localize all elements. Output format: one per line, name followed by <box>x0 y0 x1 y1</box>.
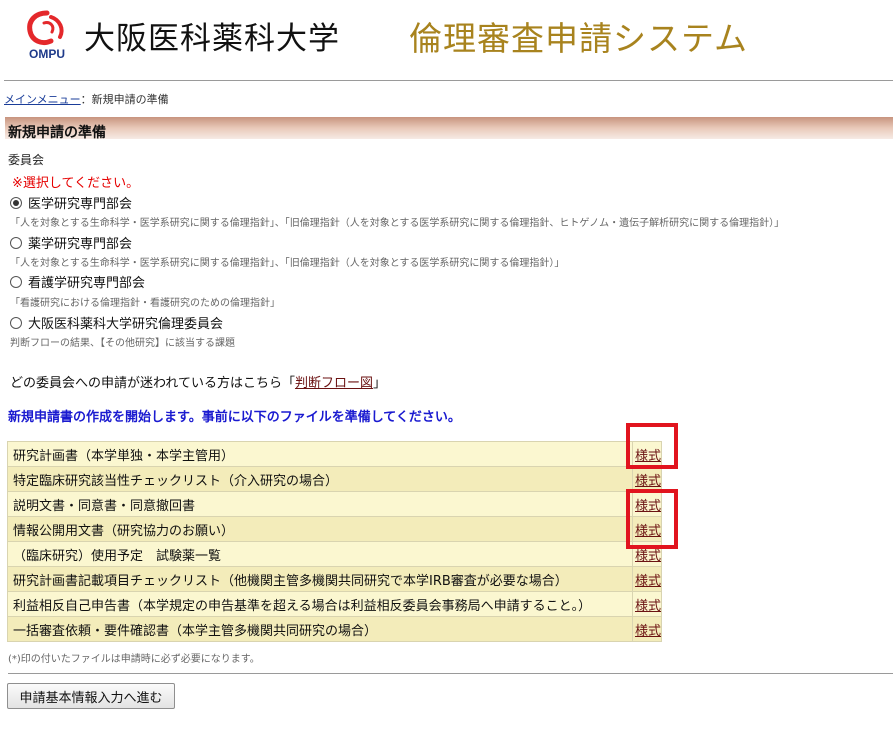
breadcrumb-separator: ： <box>80 93 92 106</box>
file-name: 特定臨床研究該当性チェックリスト（介入研究の場合） <box>7 466 633 492</box>
required-files-table: 研究計画書（本学単独・本学主管用） 様式 特定臨床研究該当性チェックリスト（介入研… <box>7 441 663 642</box>
table-row: 研究計画書記載項目チェックリスト（他機関主管多機関共同研究で本学IRB審査が必要… <box>7 566 663 592</box>
template-link[interactable]: 様式 <box>635 549 661 564</box>
system-name: 倫理審査申請システム <box>409 19 749 58</box>
committee-option-nursing[interactable]: 看護学研究専門部会 <box>10 272 145 291</box>
table-row: 情報公開用文書（研究協力のお願い） 様式 <box>7 516 663 542</box>
instruction-text: 新規申請書の作成を開始します。事前に以下のファイルを準備してください。 <box>8 410 461 425</box>
radio-unselected-icon[interactable] <box>10 275 22 288</box>
file-name: 説明文書・同意書・同意撤回書 <box>7 491 633 517</box>
file-name: 利益相反自己申告書（本学規定の申告基準を超える場合は利益相反委員会事務局へ申請す… <box>7 591 633 617</box>
flow-chart-link[interactable]: 判断フロー図 <box>295 376 373 391</box>
committee-option-label: 看護学研究専門部会 <box>28 276 146 291</box>
committee-option-desc: 「看護研究における倫理指針・看護研究のための倫理指針」 <box>10 298 280 309</box>
breadcrumb-main-menu-link[interactable]: メインメニュー <box>4 93 81 106</box>
committee-option-ethics[interactable]: 大阪医科薬科大学研究倫理委員会 <box>10 313 223 332</box>
file-name: 研究計画書記載項目チェックリスト（他機関主管多機関共同研究で本学IRB審査が必要… <box>7 566 633 592</box>
required-note: ※選択してください。 <box>12 176 140 191</box>
highlight-box <box>626 423 678 469</box>
committee-option-desc: 「人を対象とする生命科学・医学系研究に関する倫理指針」、「旧倫理指針（人を対象と… <box>10 258 565 269</box>
template-link[interactable]: 様式 <box>635 599 661 614</box>
table-row: 利益相反自己申告書（本学規定の申告基準を超える場合は利益相反委員会事務局へ申請す… <box>7 591 663 617</box>
footnote: (*)印の付いたファイルは申請時に必ず必要になります。 <box>8 654 260 665</box>
header-divider <box>4 80 893 81</box>
university-name: 大阪医科薬科大学 <box>84 21 340 57</box>
committee-label: 委員会 <box>8 153 45 167</box>
radio-unselected-icon[interactable] <box>10 236 22 249</box>
footer-divider <box>8 673 893 674</box>
table-row: 一括審査依頼・要件確認書（本学主管多機関共同研究の場合） 様式 <box>7 616 663 642</box>
committee-option-medical[interactable]: 医学研究専門部会 <box>10 193 132 212</box>
flow-suffix: 」 <box>372 376 386 391</box>
breadcrumb-current: 新規申請の準備 <box>91 93 169 106</box>
file-name: （臨床研究）使用予定 試験薬一覧 <box>7 541 633 567</box>
next-step-button[interactable]: 申請基本情報入力へ進む <box>7 683 175 709</box>
committee-option-pharmacy[interactable]: 薬学研究専門部会 <box>10 233 132 252</box>
logo-text: OMPU <box>29 47 65 61</box>
table-row: 研究計画書（本学単独・本学主管用） 様式 <box>7 441 663 467</box>
file-name: 一括審査依頼・要件確認書（本学主管多機関共同研究の場合） <box>7 616 633 642</box>
table-row: 説明文書・同意書・同意撤回書 様式 <box>7 491 663 517</box>
template-link[interactable]: 様式 <box>635 474 661 489</box>
flow-prefix: どの委員会への申請が迷われている方はこちら「 <box>10 376 295 391</box>
highlight-box <box>626 489 678 549</box>
header: OMPU 大阪医科薬科大学 倫理審査申請システム <box>0 0 893 76</box>
template-link[interactable]: 様式 <box>635 624 661 639</box>
breadcrumb: メインメニュー：新規申請の準備 <box>4 91 169 107</box>
committee-option-label: 大阪医科薬科大学研究倫理委員会 <box>28 317 224 332</box>
page-title: 新規申請の準備 <box>8 125 106 141</box>
section-header-bar <box>5 117 893 139</box>
ompu-logo-icon: OMPU <box>27 10 65 61</box>
file-name: 研究計画書（本学単独・本学主管用） <box>7 441 633 467</box>
committee-option-desc: 判断フローの結果、【その他研究】に該当する課題 <box>10 338 235 349</box>
table-row: （臨床研究）使用予定 試験薬一覧 様式 <box>7 541 663 567</box>
template-link[interactable]: 様式 <box>635 574 661 589</box>
radio-unselected-icon[interactable] <box>10 316 22 329</box>
committee-option-label: 薬学研究専門部会 <box>28 237 133 252</box>
table-row: 特定臨床研究該当性チェックリスト（介入研究の場合） 様式 <box>7 466 663 492</box>
file-name: 情報公開用文書（研究協力のお願い） <box>7 516 633 542</box>
flow-chart-line: どの委員会への申請が迷われている方はこちら「判断フロー図」 <box>10 372 386 391</box>
committee-option-desc: 「人を対象とする生命科学・医学系研究に関する倫理指針」、「旧倫理指針（人を対象と… <box>10 218 785 229</box>
radio-selected-icon[interactable] <box>10 196 22 209</box>
committee-option-label: 医学研究専門部会 <box>28 197 133 212</box>
